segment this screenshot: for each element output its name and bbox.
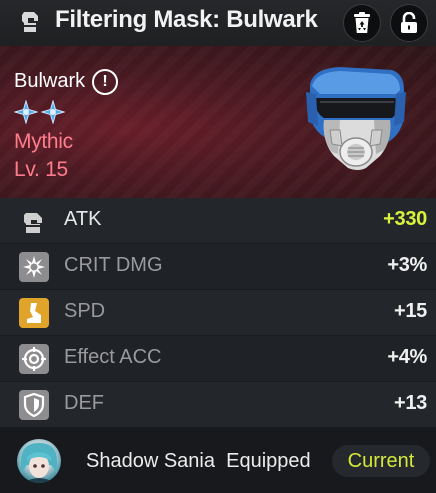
- equipped-status: Shadow Sania Equipped: [86, 450, 311, 473]
- stat-label: Effect ACC: [64, 346, 162, 368]
- equipped-label: Equipped: [226, 450, 311, 472]
- level-label: Lv. 15: [14, 158, 68, 181]
- item-name: Bulwark: [14, 70, 86, 92]
- stat-value: +4%: [387, 346, 427, 368]
- stats-list: ATK +330 CRIT DMG +3% SPD +15 Effect ACC…: [0, 198, 436, 428]
- stat-value: +13: [393, 392, 427, 414]
- info-icon[interactable]: !: [92, 69, 118, 95]
- header-bar: Filtering Mask: Bulwark: [0, 0, 436, 46]
- stat-value: +330: [383, 208, 427, 230]
- character-name: Shadow Sania: [86, 450, 215, 472]
- lock-toggle-button[interactable]: [390, 4, 428, 42]
- unlocked-padlock-icon: [401, 12, 417, 33]
- target-icon: [19, 344, 49, 374]
- stat-row-spd: SPD +15: [0, 290, 436, 336]
- page-title: Filtering Mask: Bulwark: [55, 6, 318, 33]
- helmet-item-image: [306, 67, 406, 170]
- shield-icon: [19, 390, 49, 420]
- equipped-footer: Shadow Sania Equipped Current: [0, 430, 436, 493]
- star-icon: [14, 100, 38, 124]
- spd-boot-icon: [19, 298, 49, 328]
- recycle-bin-icon: [354, 12, 370, 33]
- star-icon: [41, 100, 65, 124]
- stat-row-def: DEF +13: [0, 382, 436, 428]
- stat-row-effect-acc: Effect ACC +4%: [0, 336, 436, 382]
- stat-label: DEF: [64, 392, 104, 414]
- stat-label: ATK: [64, 208, 102, 230]
- character-avatar[interactable]: [17, 439, 61, 483]
- rarity-label: Mythic: [14, 130, 73, 153]
- stat-value: +3%: [387, 254, 427, 276]
- stat-label: SPD: [64, 300, 106, 322]
- crit-burst-icon: [19, 252, 49, 282]
- recycle-button[interactable]: [343, 4, 381, 42]
- item-detail-panel: Bulwark ! Mythic Lv. 15: [0, 46, 436, 198]
- stat-label: CRIT DMG: [64, 254, 163, 276]
- star-rating: [14, 100, 65, 124]
- stat-row-crit-dmg: CRIT DMG +3%: [0, 244, 436, 290]
- stat-value: +15: [393, 300, 427, 322]
- current-badge: Current: [332, 445, 430, 477]
- stat-row-atk: ATK +330: [0, 198, 436, 244]
- atk-fist-icon: [19, 206, 49, 236]
- mask-category-icon: [22, 12, 38, 32]
